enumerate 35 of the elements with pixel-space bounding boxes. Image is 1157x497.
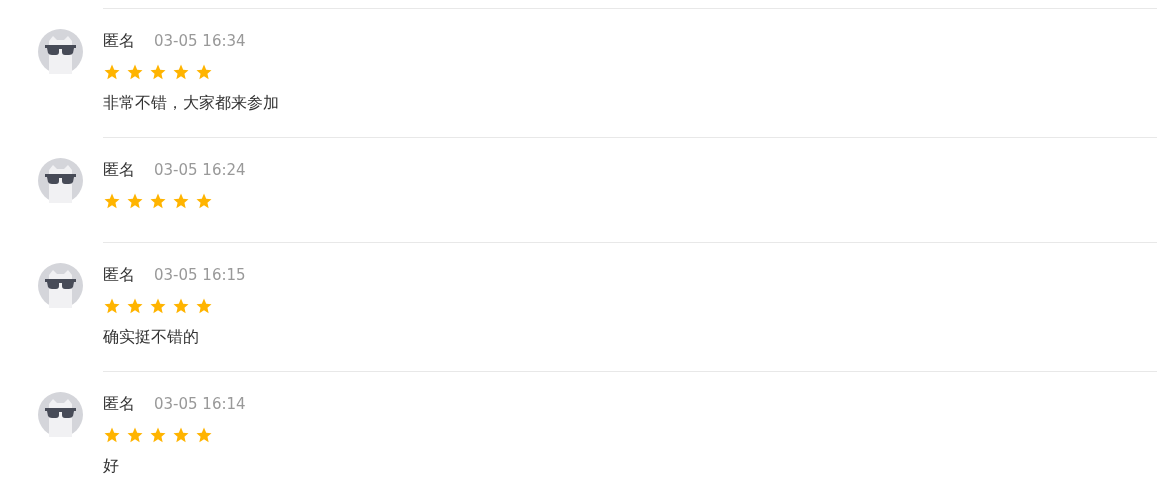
review-time: 03-05 16:24 xyxy=(154,161,246,179)
star-icon xyxy=(126,426,144,444)
star-icon xyxy=(149,426,167,444)
reviewer-name: 匿名 xyxy=(103,159,135,181)
avatar-icon xyxy=(38,263,83,308)
review-time: 03-05 16:14 xyxy=(154,395,246,413)
avatar-icon xyxy=(38,392,83,437)
review-time: 03-05 16:34 xyxy=(154,32,246,50)
star-icon xyxy=(195,297,213,315)
avatar-icon xyxy=(38,29,83,74)
star-icon xyxy=(103,297,121,315)
star-icon xyxy=(172,192,190,210)
star-icon xyxy=(195,192,213,210)
avatar-icon xyxy=(38,158,83,203)
review-text: 好 xyxy=(103,455,120,477)
star-icon xyxy=(103,426,121,444)
star-icon xyxy=(172,63,190,81)
star-icon xyxy=(103,192,121,210)
reviewer-name: 匿名 xyxy=(103,30,135,52)
star-icon xyxy=(149,63,167,81)
review-text: 确实挺不错的 xyxy=(103,326,200,348)
star-icon xyxy=(126,192,144,210)
star-icon xyxy=(172,426,190,444)
reviewer-name: 匿名 xyxy=(103,264,135,286)
star-icon xyxy=(149,297,167,315)
review-time: 03-05 16:15 xyxy=(154,266,246,284)
star-icon xyxy=(126,63,144,81)
review-text: 非常不错，大家都来参加 xyxy=(103,92,280,114)
star-icon xyxy=(103,63,121,81)
star-icon xyxy=(149,192,167,210)
star-icon xyxy=(195,426,213,444)
star-icon xyxy=(195,63,213,81)
star-icon xyxy=(126,297,144,315)
star-icon xyxy=(172,297,190,315)
reviewer-name: 匿名 xyxy=(103,393,135,415)
